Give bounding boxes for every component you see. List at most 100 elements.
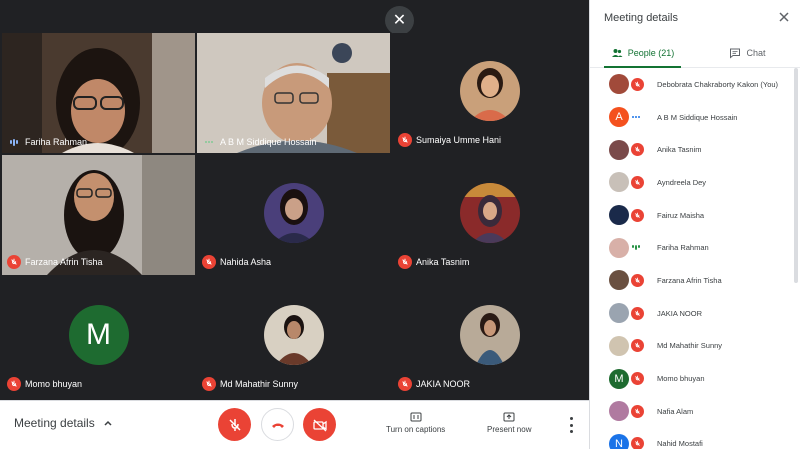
mic-off-icon [631, 143, 644, 157]
participant-avatar [459, 183, 520, 243]
present-label: Present now [487, 425, 532, 434]
panel-tabs: People (21) Chat [590, 38, 800, 68]
tab-chat[interactable]: Chat [695, 38, 800, 67]
people-list: Debobrata Chakraborty Kakon (You) A A B … [590, 68, 800, 449]
list-item[interactable]: Ayndreela Dey [590, 166, 800, 199]
video-stage: ✕ Fariha Rahman A B M Siddique Hossain S… [0, 0, 589, 400]
mic-off-icon [631, 404, 644, 418]
video-tile[interactable]: A B M Siddique Hossain [197, 33, 390, 153]
participant-name: A B M Siddique Hossain [657, 112, 738, 122]
participant-name: Momo bhuyan [657, 374, 705, 384]
tab-chat-label: Chat [746, 47, 766, 58]
list-item[interactable]: Debobrata Chakraborty Kakon (You) [590, 68, 800, 101]
more-options-icon[interactable] [565, 417, 577, 433]
mic-off-icon [7, 255, 21, 269]
avatar [609, 139, 629, 160]
avatar: N [609, 433, 629, 449]
meet-window: ✕ Fariha Rahman A B M Siddique Hossain S… [0, 0, 800, 449]
meeting-details-panel: Meeting details People (21) Chat Debobra… [589, 0, 800, 449]
avatar [609, 74, 629, 95]
mic-off-icon [631, 372, 644, 386]
hang-up-icon [271, 423, 284, 428]
mic-off-icon [631, 175, 644, 189]
video-tile[interactable]: Sumaiya Umme Hani [393, 33, 586, 153]
participant-name: Farzana Afrin Tisha [25, 257, 103, 267]
captions-label: Turn on captions [386, 425, 446, 434]
microphone-toggle-button[interactable] [218, 408, 251, 441]
list-item[interactable]: N Nahid Mostafi [590, 428, 800, 449]
participant-video [2, 33, 195, 153]
video-tile[interactable]: Md Mahathir Sunny [197, 277, 390, 397]
video-tile[interactable]: Anika Tasnim [393, 155, 586, 275]
participant-name: Nahid Mostafi [657, 439, 703, 449]
participant-label: Nahida Asha [202, 255, 271, 269]
captions-button[interactable]: Turn on captions [386, 411, 445, 434]
mic-off-icon [7, 377, 21, 391]
participant-name: A B M Siddique Hossain [220, 137, 317, 147]
present-screen-icon [503, 412, 515, 422]
list-item[interactable]: Nafia Alam [590, 395, 800, 428]
video-tile[interactable]: JAKIA NOOR [393, 277, 586, 397]
video-tile[interactable]: M Momo bhuyan [2, 277, 195, 397]
video-tile[interactable]: Fariha Rahman [2, 33, 195, 153]
speaking-indicator-icon [632, 245, 640, 251]
avatar [609, 205, 629, 226]
close-icon[interactable] [777, 10, 791, 24]
avatar [609, 270, 629, 291]
chat-icon [730, 48, 741, 59]
video-tile[interactable]: Nahida Asha [197, 155, 390, 275]
meeting-details-button[interactable]: Meeting details [14, 416, 113, 430]
avatar [609, 335, 629, 356]
captions-icon [410, 412, 422, 422]
mic-off-icon [398, 377, 412, 391]
participant-label: JAKIA NOOR [398, 377, 470, 391]
participant-name: Fairuz Maisha [657, 210, 705, 220]
participant-name: Fariha Rahman [657, 243, 709, 253]
list-item[interactable]: Fariha Rahman [590, 231, 800, 264]
list-item[interactable]: Anika Tasnim [590, 133, 800, 166]
participant-name: Nafia Alam [657, 406, 694, 416]
participant-avatar [263, 183, 324, 243]
meeting-details-label: Meeting details [14, 416, 95, 430]
participant-name: Momo bhuyan [25, 379, 83, 389]
avatar [609, 237, 629, 258]
participant-label: Fariha Rahman [7, 137, 87, 147]
close-icon[interactable]: ✕ [385, 6, 414, 35]
mic-off-icon [631, 273, 644, 287]
list-item[interactable]: A A B M Siddique Hossain [590, 101, 800, 134]
list-item[interactable]: M Momo bhuyan [590, 362, 800, 395]
avatar [609, 172, 629, 193]
video-tile[interactable]: Farzana Afrin Tisha [2, 155, 195, 275]
participant-name: JAKIA NOOR [416, 379, 471, 389]
participant-name: Fariha Rahman [25, 137, 88, 147]
panel-title: Meeting details [604, 12, 678, 24]
mic-off-icon [631, 306, 644, 320]
mic-off-icon [398, 133, 412, 147]
list-item[interactable]: JAKIA NOOR [590, 297, 800, 330]
present-now-button[interactable]: Present now [487, 411, 531, 434]
participant-avatar: M [68, 305, 129, 365]
bottom-control-bar: Meeting details Turn on captions Present… [0, 400, 589, 449]
participant-avatar [459, 61, 520, 121]
participant-name: Anika Tasnim [657, 145, 702, 155]
participant-label: Farzana Afrin Tisha [7, 255, 103, 269]
more-dots-icon [632, 116, 640, 119]
people-icon [611, 48, 623, 57]
list-item[interactable]: Farzana Afrin Tisha [590, 264, 800, 297]
participant-name: Nahida Asha [220, 257, 272, 267]
list-item[interactable]: Md Mahathir Sunny [590, 330, 800, 363]
tab-people[interactable]: People (21) [590, 38, 695, 68]
participant-name: JAKIA NOOR [657, 308, 703, 318]
camera-toggle-button[interactable] [303, 408, 336, 441]
participant-name: Md Mahathir Sunny [220, 379, 299, 389]
mic-off-icon [202, 255, 216, 269]
mic-off-icon [631, 339, 644, 353]
mic-off-icon [228, 418, 241, 431]
leave-call-button[interactable] [261, 408, 294, 441]
participant-name: Md Mahathir Sunny [657, 341, 723, 351]
participant-name: Debobrata Chakraborty Kakon (You) [657, 79, 779, 89]
scrollbar[interactable] [794, 68, 798, 283]
list-item[interactable]: Fairuz Maisha [590, 199, 800, 232]
participant-label: A B M Siddique Hossain [202, 137, 317, 147]
participant-label: Md Mahathir Sunny [202, 377, 298, 391]
